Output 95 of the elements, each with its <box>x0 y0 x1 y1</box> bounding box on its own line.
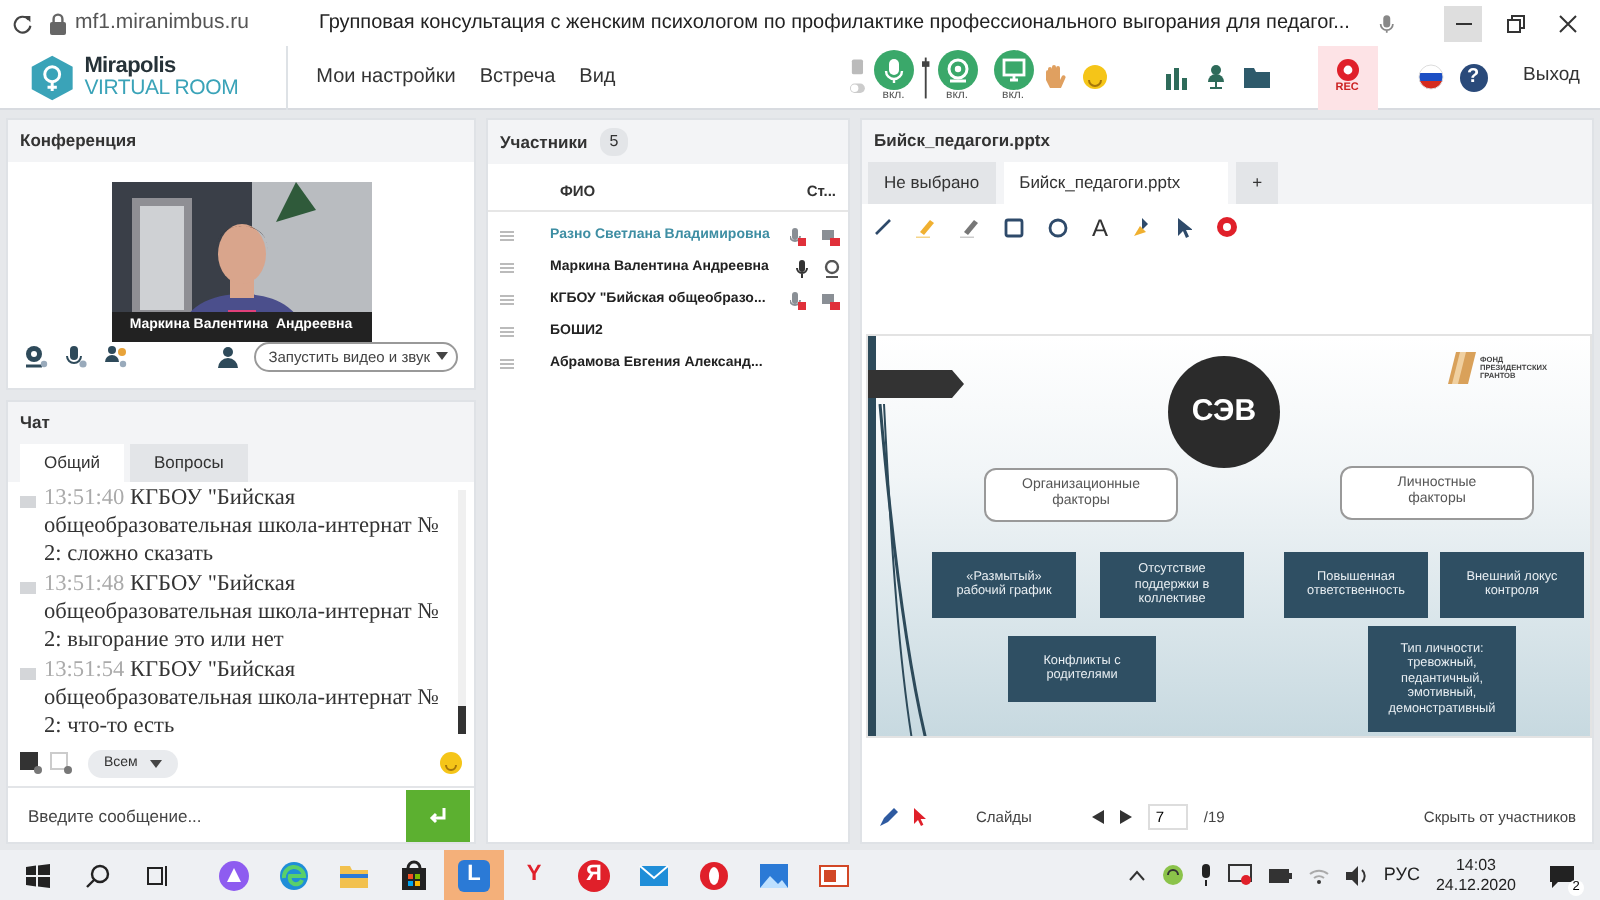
volume-icon[interactable] <box>1345 865 1368 885</box>
row-handle-icon[interactable] <box>500 262 514 275</box>
row-handle-icon[interactable] <box>500 326 514 339</box>
scrollbar-thumb[interactable] <box>458 705 466 733</box>
microphone-icon[interactable] <box>1199 864 1212 886</box>
taskbar-app[interactable]: L <box>444 850 504 900</box>
pencil-icon[interactable] <box>960 217 980 237</box>
emoji-icon[interactable] <box>1081 64 1108 90</box>
brush-icon[interactable] <box>1132 217 1153 237</box>
send-button[interactable] <box>406 789 470 841</box>
task-view-icon <box>146 863 170 887</box>
photos-app-icon <box>758 859 790 891</box>
message-icon <box>20 582 36 595</box>
clock-time[interactable]: 14:03 <box>1435 855 1516 875</box>
line-tool-icon[interactable] <box>874 218 892 236</box>
logo-icon <box>28 51 77 103</box>
next-icon[interactable] <box>1119 810 1132 824</box>
taskbar-app[interactable]: Я <box>564 850 624 900</box>
enter-arrow-icon <box>428 805 448 825</box>
toggle-switch-icon[interactable] <box>850 55 866 99</box>
lock-icon <box>47 11 68 35</box>
document-tab[interactable]: + <box>1236 161 1279 203</box>
slide-title-badge: СЭВ <box>1168 355 1280 468</box>
chat-tab[interactable]: Общий <box>20 443 124 481</box>
record-icon <box>1335 58 1360 82</box>
battery-icon[interactable] <box>1267 867 1292 883</box>
pointer-icon[interactable] <box>1176 217 1193 237</box>
menu-item[interactable]: Мои настройки <box>304 62 468 92</box>
panel-title: Конференция <box>20 128 137 154</box>
volume-slider-icon[interactable] <box>921 55 930 99</box>
chat-tab[interactable]: Вопросы <box>129 443 248 481</box>
close-icon <box>1558 13 1579 33</box>
circle-tool-icon[interactable] <box>1048 217 1068 237</box>
alice-app-icon <box>218 859 250 891</box>
menu-item[interactable]: Встреча <box>467 62 568 92</box>
sync-icon[interactable] <box>1161 864 1184 886</box>
clock-date[interactable]: 24.12.2020 <box>1435 875 1516 895</box>
rectangle-tool-icon[interactable] <box>1004 217 1024 237</box>
help-button[interactable]: ? <box>1459 63 1488 91</box>
chat-message: 13:51:54 КГБОУ "Бийская общеобразовательная школа-интернат № 2: что-то есть <box>44 655 441 741</box>
record-indicator-icon[interactable] <box>1227 864 1252 886</box>
minimize-button[interactable] <box>1444 5 1483 41</box>
arrow-shape <box>868 369 964 398</box>
text-color-icon[interactable] <box>20 752 42 775</box>
panel-title: Чат <box>20 410 50 436</box>
panel-title: Участники <box>500 129 588 155</box>
document-tab[interactable]: Бийск_педагоги.pptx <box>1003 161 1229 203</box>
count-badge: 5 <box>599 128 629 156</box>
background-color-icon[interactable] <box>50 752 72 775</box>
message-icon <box>20 668 36 681</box>
caret-icon <box>149 759 162 768</box>
language-indicator[interactable]: РУС <box>1383 861 1420 889</box>
speech-bubble-icon <box>1548 863 1576 887</box>
chevron-up-icon[interactable] <box>1127 869 1146 881</box>
message-icon <box>20 496 36 509</box>
reload-icon[interactable] <box>12 11 34 35</box>
emoji-icon[interactable] <box>440 752 462 775</box>
windows-icon <box>26 863 50 887</box>
menu-item[interactable]: Вид <box>567 62 628 92</box>
previous-icon[interactable] <box>1091 810 1104 824</box>
page-title: Групповая консультация с женским психологом по профилактике профессионального выгорания для педагог... <box>318 10 1350 38</box>
pen-icon[interactable] <box>878 807 898 827</box>
chat-message: 13:51:40 КГБОУ "Бийская общеобразовательная школа-интернат № 2: сложно сказать <box>44 483 441 569</box>
chat-message: 13:51:48 КГБОУ "Бийская общеобразовательная школа-интернат № 2: выгорание это или нет <box>44 569 441 655</box>
store-app-icon <box>398 859 430 891</box>
caret-icon <box>436 352 448 361</box>
people-settings-icon[interactable] <box>104 344 128 369</box>
url-text[interactable]: mf1.miranimbus.ru <box>75 7 249 39</box>
edge-app-icon <box>278 859 310 891</box>
person-icon <box>218 345 239 368</box>
row-handle-icon[interactable] <box>500 358 514 371</box>
brand-subtitle: VIRTUAL ROOM <box>84 77 239 99</box>
row-handle-icon[interactable] <box>500 294 514 307</box>
restore-icon <box>1506 13 1527 33</box>
bar-chart-icon[interactable] <box>1163 65 1188 89</box>
brand-name: Mirapolis <box>84 55 178 77</box>
webcam-settings-icon[interactable] <box>24 344 48 369</box>
fund-logo-icon <box>1448 351 1476 384</box>
slides-app-icon <box>818 859 850 891</box>
flag-icon[interactable] <box>1417 64 1444 90</box>
taskbar-app[interactable]: Y <box>504 850 564 900</box>
text-tool[interactable]: A <box>1092 215 1109 239</box>
folder-icon[interactable] <box>1243 66 1270 88</box>
exit-button[interactable]: Выход <box>1519 62 1584 92</box>
mail-app-icon <box>638 859 670 891</box>
microphone-settings-icon[interactable] <box>64 344 88 369</box>
wifi-icon[interactable] <box>1307 866 1330 884</box>
row-handle-icon[interactable] <box>500 230 514 243</box>
pointer-icon[interactable] <box>914 808 928 826</box>
search-icon <box>86 863 110 887</box>
panel-title: Бийск_педагоги.pptx <box>874 128 1050 154</box>
person-tree-icon[interactable] <box>1203 64 1228 90</box>
document-tab[interactable]: Не выбрано <box>868 161 996 203</box>
clear-icon[interactable] <box>1216 216 1239 238</box>
opera-app-icon <box>698 859 730 891</box>
